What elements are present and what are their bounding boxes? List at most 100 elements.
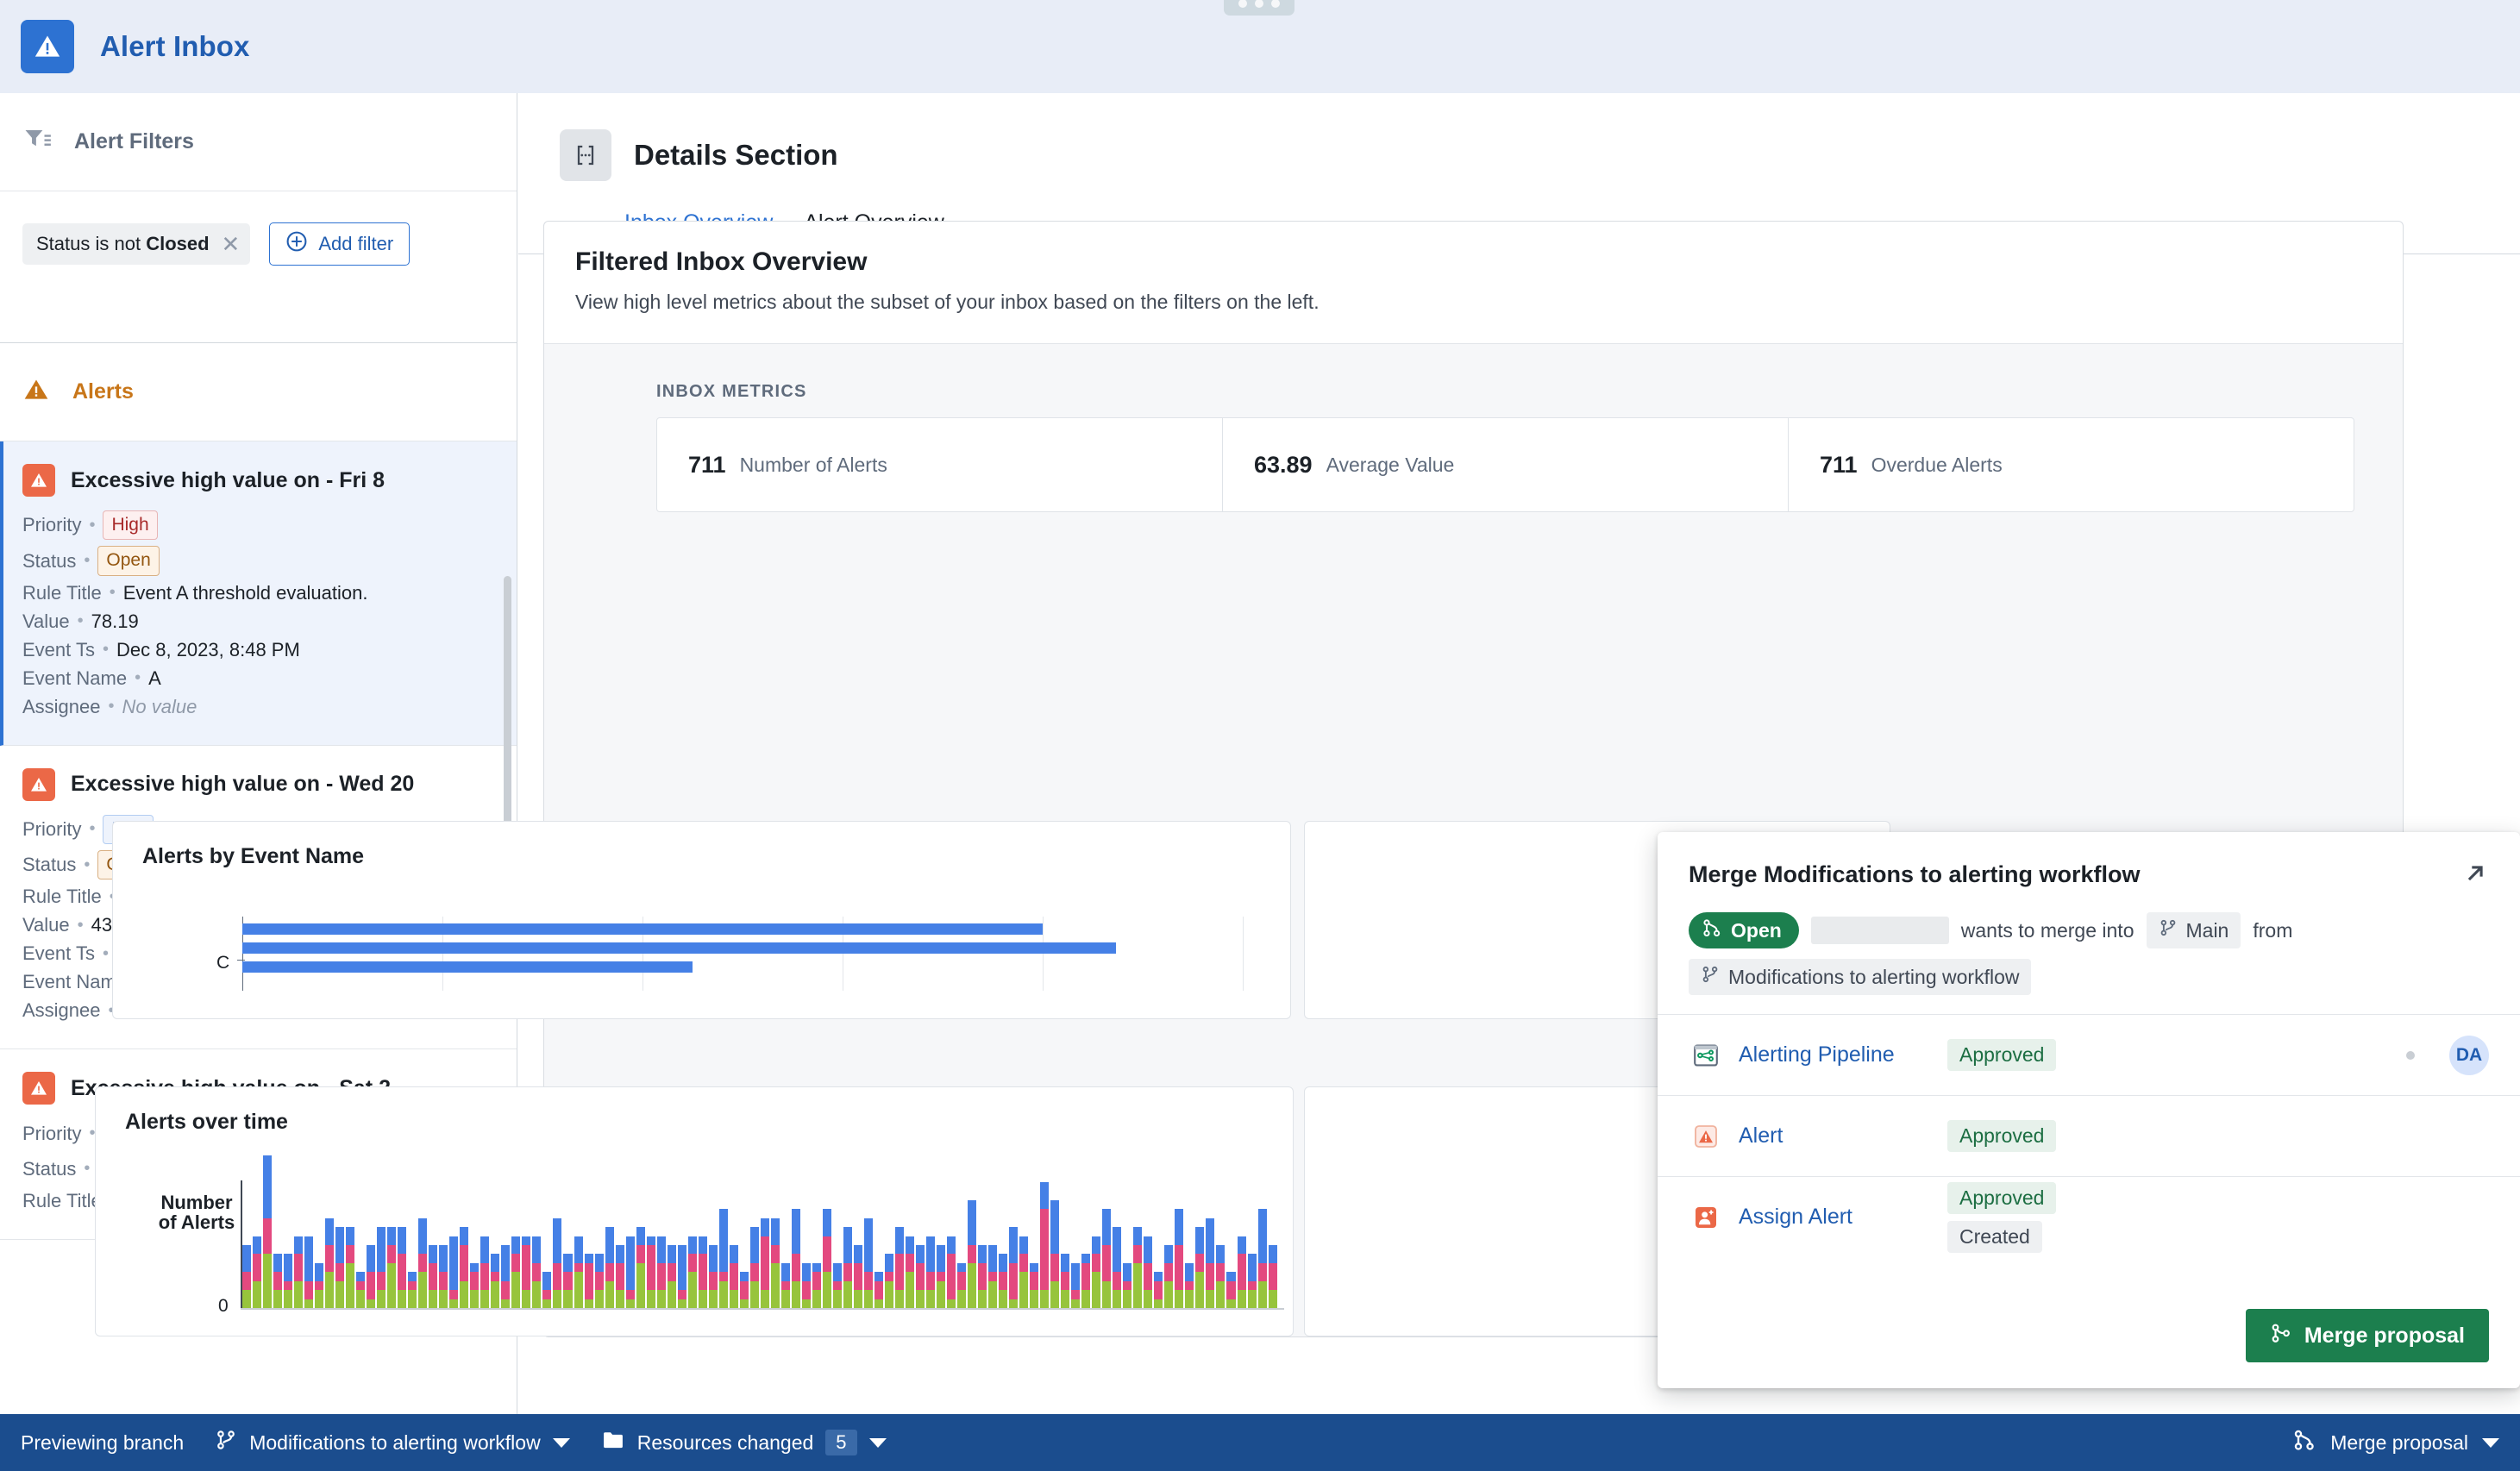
bar-segment: [511, 1236, 521, 1255]
bar-segment: [1123, 1280, 1132, 1291]
author-name-redacted: [1810, 917, 1949, 944]
bar-segment: [656, 1236, 666, 1263]
bar-segment: [273, 1290, 283, 1308]
bar-column: [532, 1236, 542, 1308]
branch-selector[interactable]: Modifications to alerting workflow: [215, 1429, 570, 1456]
bar-segment: [667, 1262, 676, 1281]
bar-segment: [1061, 1272, 1070, 1291]
bar-segment: [687, 1236, 697, 1255]
bar-segment: [760, 1290, 769, 1308]
list-item[interactable]: Excessive high value on - Fri 8 Priority…: [0, 441, 517, 746]
resource-name[interactable]: Alert: [1739, 1124, 1783, 1149]
bar-segment: [315, 1290, 324, 1308]
close-icon[interactable]: ✕: [222, 233, 241, 255]
bottom-merge-proposal-label: Merge proposal: [2330, 1430, 2468, 1454]
bar-column: [698, 1236, 707, 1308]
resources-changed-selector[interactable]: Resources changed 5: [601, 1430, 887, 1455]
bottom-merge-proposal[interactable]: Merge proposal: [2292, 1428, 2499, 1457]
bar-segment: [822, 1209, 831, 1236]
bar-segment: [1092, 1236, 1101, 1255]
card-subtitle: View high level metrics about the subset…: [575, 291, 1320, 313]
chart-alerts-by-event-name: Alerts by Event Name C: [112, 821, 1291, 1019]
chevron-down-icon[interactable]: [868, 1437, 887, 1448]
row-statuses: Approved: [1947, 1039, 2372, 1071]
alert-triangle-icon: [22, 1072, 55, 1105]
bar-segment: [894, 1290, 904, 1308]
resource-name[interactable]: Assign Alert: [1739, 1205, 1852, 1230]
bar-segment: [1226, 1280, 1236, 1299]
bar-column: [284, 1254, 293, 1308]
bar-segment: [1154, 1299, 1163, 1308]
bar-segment: [501, 1280, 511, 1299]
bar-segment: [822, 1272, 831, 1308]
bar-column: [1195, 1227, 1205, 1308]
popup-header: Merge Modifications to alerting workflow: [1658, 832, 2520, 897]
window-drag-handle[interactable]: [1224, 0, 1294, 16]
bar-segment: [1216, 1280, 1226, 1308]
bar-segment: [843, 1227, 852, 1263]
bar-segment: [367, 1272, 376, 1299]
bar-segment: [812, 1272, 821, 1291]
bar-segment: [1175, 1245, 1184, 1291]
bar-segment: [801, 1262, 811, 1281]
row-left: Alerting Pipeline: [1689, 1038, 1947, 1073]
field-label: Rule Title: [22, 581, 102, 604]
bar-column: [1164, 1245, 1174, 1308]
filter-chip-value: Closed: [146, 233, 210, 254]
drag-dot-icon: [1238, 0, 1247, 8]
resource-name[interactable]: Alerting Pipeline: [1739, 1042, 1895, 1067]
bar-segment: [1257, 1262, 1267, 1281]
chevron-down-icon[interactable]: [2482, 1437, 2499, 1448]
card-header: Filtered Inbox Overview View high level …: [544, 222, 2403, 343]
bullet-icon: •: [102, 640, 109, 660]
bar-segment: [325, 1217, 335, 1246]
merge-proposal-button[interactable]: Merge proposal: [2245, 1309, 2489, 1362]
resources-changed-label: Resources changed: [636, 1430, 814, 1454]
bar-segment: [677, 1245, 686, 1291]
field-label: Value: [22, 610, 70, 632]
add-filter-button[interactable]: Add filter: [269, 222, 411, 266]
popup-source-branch-row: Modifications to alerting workflow: [1658, 948, 2520, 995]
bar-column: [242, 1245, 252, 1308]
bar-segment: [387, 1227, 397, 1246]
bar-segment: [863, 1217, 873, 1273]
bar-segment: [304, 1299, 314, 1308]
bar-column: [667, 1245, 676, 1308]
filter-chip-status[interactable]: Status is not Closed ✕: [22, 223, 251, 265]
bar-segment: [853, 1290, 862, 1308]
table-row[interactable]: Alert Approved: [1658, 1095, 2520, 1176]
git-merge-icon: [1702, 917, 1722, 943]
expand-arrow-icon[interactable]: [2460, 858, 2491, 889]
table-row[interactable]: Assign Alert Approved Created: [1658, 1176, 2520, 1257]
drag-dot-icon: [1255, 0, 1263, 8]
bar-column: [1175, 1209, 1184, 1308]
bar-segment: [1071, 1262, 1081, 1291]
bar-segment: [1144, 1236, 1153, 1263]
bar-segment: [906, 1272, 915, 1308]
source-branch-chip[interactable]: Modifications to alerting workflow: [1689, 959, 2032, 995]
bar-column: [1081, 1254, 1091, 1308]
bar-column: [1123, 1262, 1132, 1308]
bar-segment: [1019, 1236, 1029, 1255]
bar-segment: [532, 1262, 542, 1281]
alert-name: Excessive high value on - Fri 8: [71, 467, 386, 492]
bar-segment: [1247, 1290, 1257, 1308]
bar-segment: [594, 1254, 604, 1273]
table-row[interactable]: Alerting Pipeline Approved DA: [1658, 1014, 2520, 1095]
bar-segment: [408, 1280, 417, 1291]
chart-plot-area: [242, 1155, 1277, 1308]
popup-footer: Merge proposal: [2245, 1309, 2489, 1362]
bar-segment: [325, 1272, 335, 1308]
bar-segment: [480, 1262, 490, 1291]
bar-segment: [1164, 1245, 1174, 1263]
bar-segment: [1144, 1290, 1153, 1308]
target-branch-chip[interactable]: Main: [2146, 912, 2241, 948]
chevron-down-icon[interactable]: [552, 1437, 570, 1448]
bar-column: [542, 1272, 552, 1308]
bar-column: [1226, 1272, 1236, 1308]
bar-column: [843, 1227, 852, 1308]
bar-segment: [646, 1236, 655, 1246]
bar-segment: [1009, 1262, 1019, 1299]
row-left: Assign Alert: [1689, 1200, 1947, 1235]
bar-column: [937, 1245, 946, 1308]
